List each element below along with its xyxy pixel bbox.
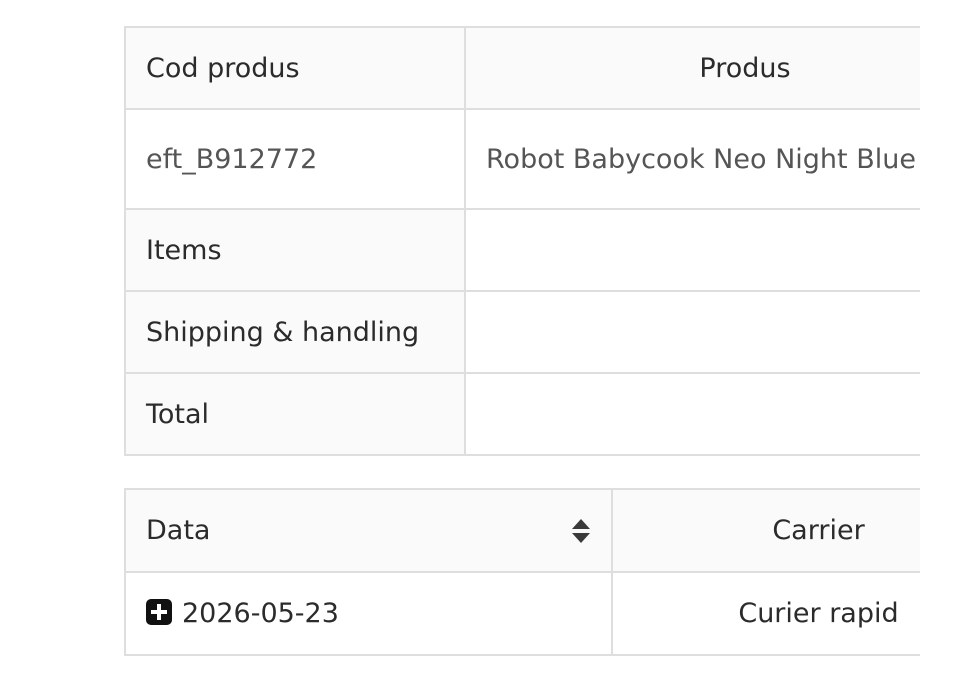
- column-header-code: Cod produs: [124, 26, 466, 110]
- summary-label-items: Items: [124, 208, 466, 292]
- shipments-table: Data Carrier 2026-05-23 Curier rapid: [124, 488, 920, 656]
- summary-value-shipping: [464, 290, 920, 374]
- column-header-carrier: Carrier: [611, 488, 920, 573]
- summary-row-total: Total: [124, 372, 920, 456]
- summary-row-items: Items: [124, 208, 920, 292]
- sort-icon[interactable]: [571, 518, 591, 544]
- summary-row-shipping: Shipping & handling: [124, 290, 920, 374]
- page: Cod produs Produs eft_B912772 Robot Baby…: [0, 0, 954, 700]
- order-products-table: Cod produs Produs eft_B912772 Robot Baby…: [124, 26, 920, 456]
- summary-label-shipping: Shipping & handling: [124, 290, 466, 374]
- shipment-carrier-cell: Curier rapid: [611, 571, 920, 656]
- table-header-row: Data Carrier: [124, 488, 920, 573]
- column-header-product: Produs: [464, 26, 920, 110]
- plus-square-icon[interactable]: [146, 599, 172, 625]
- table-row: 2026-05-23 Curier rapid: [124, 571, 920, 656]
- column-header-date[interactable]: Data: [124, 488, 613, 573]
- summary-label-total: Total: [124, 372, 466, 456]
- product-code-cell: eft_B912772: [124, 108, 466, 210]
- shipment-date-cell: 2026-05-23: [124, 571, 613, 656]
- product-name-cell[interactable]: Robot Babycook Neo Night Blue: [464, 108, 920, 210]
- table-row: eft_B912772 Robot Babycook Neo Night Blu…: [124, 108, 920, 210]
- summary-value-items: [464, 208, 920, 292]
- table-header-row: Cod produs Produs: [124, 26, 920, 110]
- column-header-date-label: Data: [146, 515, 211, 546]
- shipment-date: 2026-05-23: [182, 598, 339, 629]
- summary-value-total: [464, 372, 920, 456]
- content-viewport: Cod produs Produs eft_B912772 Robot Baby…: [0, 0, 920, 700]
